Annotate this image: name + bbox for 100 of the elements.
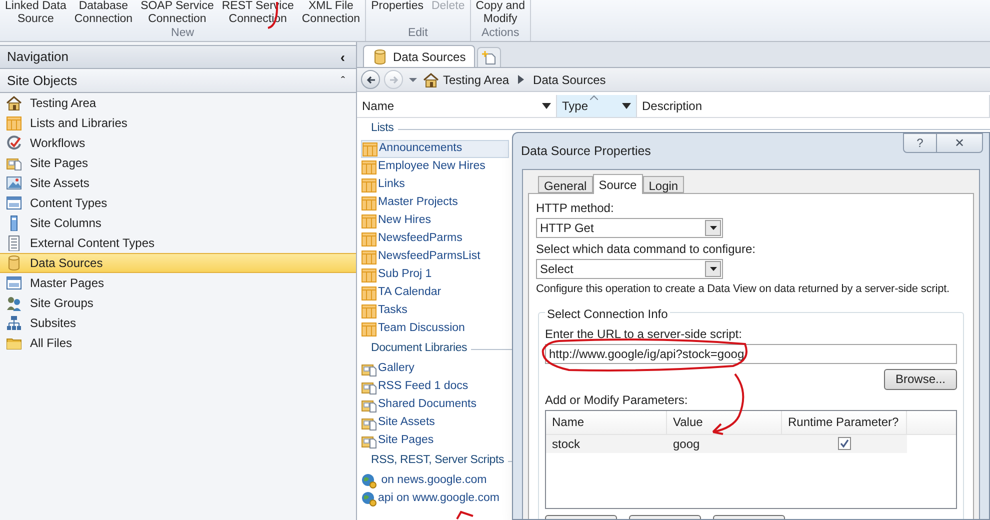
list-item[interactable]: Site Pages	[361, 432, 509, 450]
column-label: Name	[362, 98, 394, 115]
close-button[interactable]: ✕	[937, 133, 983, 153]
dropdown-arrow-icon	[622, 103, 631, 109]
browse-button[interactable]: Browse...	[884, 368, 957, 390]
list-item-label: Site Pages	[378, 433, 434, 448]
field-label: Select which data command to configure:	[536, 241, 756, 258]
list-item[interactable]: Site Assets	[361, 414, 509, 432]
group-heading: Document Libraries	[371, 341, 468, 356]
checkbox[interactable]	[838, 437, 851, 450]
document-tab[interactable]: Data Sources	[363, 45, 475, 67]
back-button[interactable]	[361, 70, 380, 89]
nav-item[interactable]: Subsites	[0, 313, 356, 333]
column-header[interactable]: Runtime Parameter?	[782, 410, 907, 434]
table-icon	[361, 231, 377, 247]
list-item[interactable]: RSS Feed 1 docs	[361, 378, 509, 396]
nav-item[interactable]: Site Columns	[0, 213, 356, 233]
group-heading: Lists	[371, 121, 394, 136]
table-cell-text: goog	[672, 436, 701, 452]
nav-item-label: Site Pages	[30, 155, 88, 172]
nav-item-label: Subsites	[30, 315, 76, 332]
new-page-icon	[482, 50, 496, 64]
check-circle-icon	[6, 135, 22, 151]
list-item[interactable]: New Hires	[361, 212, 509, 230]
list-item[interactable]: Links	[361, 176, 509, 194]
column-header[interactable]: Description	[637, 95, 990, 117]
cylinder-icon	[372, 48, 388, 64]
list-item[interactable]: NewsfeedParmsList	[361, 248, 509, 266]
list-item[interactable]: Gallery	[361, 360, 509, 378]
back-arrow-icon	[366, 74, 376, 84]
field-label: HTTP method:	[536, 200, 615, 217]
list-item-label: TA Calendar	[378, 285, 442, 300]
dialog-tab[interactable]: General	[538, 176, 593, 193]
table-icon	[361, 213, 377, 229]
nav-item[interactable]: Master Pages	[0, 273, 356, 293]
collapse-button[interactable]: ‹	[336, 46, 349, 68]
list-item[interactable]: Master Projects	[361, 194, 509, 212]
column-header[interactable]: Type	[557, 95, 637, 117]
dropdown[interactable]: Select	[536, 259, 723, 279]
ribbon-button[interactable]: Copy and Modify	[472, 0, 529, 26]
nav-item[interactable]: Workflows	[0, 133, 356, 153]
list-item[interactable]: Tasks	[361, 302, 509, 320]
list-item-label: Site Assets	[378, 415, 435, 430]
url-field[interactable]: http://www.google/ig/api?stock=goog	[545, 344, 957, 364]
chevron-right-icon	[518, 75, 524, 84]
collapse-glyph[interactable]: ˆ	[341, 72, 349, 90]
nav-item[interactable]: External Content Types	[0, 233, 356, 253]
list-item[interactable]: Announcements	[361, 140, 509, 158]
column-label: Description	[642, 98, 702, 115]
nav-item-label: All Files	[30, 335, 72, 352]
ribbon-button[interactable]: Database Connection	[70, 0, 137, 26]
section-title: Site Objects	[7, 72, 78, 90]
list-item-label: Shared Documents	[378, 397, 476, 412]
ribbon-button[interactable]: XML File Connection	[298, 0, 364, 26]
breadcrumb-link[interactable]: Data Sources	[533, 70, 606, 88]
nav-item-label: Workflows	[30, 135, 86, 152]
nav-item[interactable]: All Files	[0, 333, 356, 353]
dialog-tab[interactable]: Login	[642, 176, 684, 193]
list-item[interactable]: on news.google.com	[361, 472, 509, 490]
nav-item[interactable]: Testing Area	[0, 93, 356, 113]
table-icon	[361, 159, 377, 175]
dropdown[interactable]: HTTP Get	[536, 218, 723, 238]
ribbon-button[interactable]: Properties	[367, 0, 428, 13]
list-item[interactable]: Team Discussion	[361, 320, 509, 338]
nav-item[interactable]: Data Sources	[0, 253, 356, 273]
list-item-label: on news.google.com	[380, 473, 487, 488]
dialog-tab[interactable]: Source	[592, 174, 643, 194]
nav-item-label: Data Sources	[30, 255, 103, 272]
globe-icon	[361, 473, 377, 489]
nav-item[interactable]: Site Assets	[0, 173, 356, 193]
list-item-label: Employee New Hires	[378, 159, 486, 174]
breadcrumb-link[interactable]: Testing Area	[443, 70, 510, 88]
nav-item[interactable]: Content Types	[0, 193, 356, 213]
sitemap-icon	[6, 315, 22, 331]
list-item[interactable]: api on www.google.com	[361, 490, 509, 508]
list-item[interactable]: Sub Proj 1	[361, 266, 509, 284]
dropdown-arrow-icon	[409, 76, 417, 82]
list-item-label: RSS Feed 1 docs	[378, 379, 468, 394]
nav-item[interactable]: Site Groups	[0, 293, 356, 313]
column-header[interactable]: Name	[546, 410, 667, 434]
list-item[interactable]: Shared Documents	[361, 396, 509, 414]
list-item[interactable]: TA Calendar	[361, 284, 509, 302]
ribbon-button[interactable]: Linked Data Source	[1, 0, 70, 26]
column-header[interactable]: Value	[667, 410, 782, 434]
table-cell-text: stock	[551, 436, 582, 452]
group-label: New	[171, 26, 194, 40]
list-item-label: Announcements	[379, 141, 462, 156]
list-item[interactable]: NewsfeedParms	[361, 230, 509, 248]
ribbon-button[interactable]: SOAP Service Connection	[136, 0, 218, 26]
home-icon	[423, 72, 439, 88]
help-button[interactable]: ?	[903, 133, 937, 153]
nav-item[interactable]: Site Pages	[0, 153, 356, 173]
window-icon	[6, 195, 22, 211]
page-icon	[6, 235, 22, 251]
column-label: Type	[562, 98, 588, 115]
nav-item[interactable]: Lists and Libraries	[0, 113, 356, 133]
dropdown-arrow-icon	[542, 103, 551, 109]
new-tab-button[interactable]	[476, 47, 501, 67]
list-item-label: Master Projects	[378, 195, 458, 210]
list-item[interactable]: Employee New Hires	[361, 158, 509, 176]
